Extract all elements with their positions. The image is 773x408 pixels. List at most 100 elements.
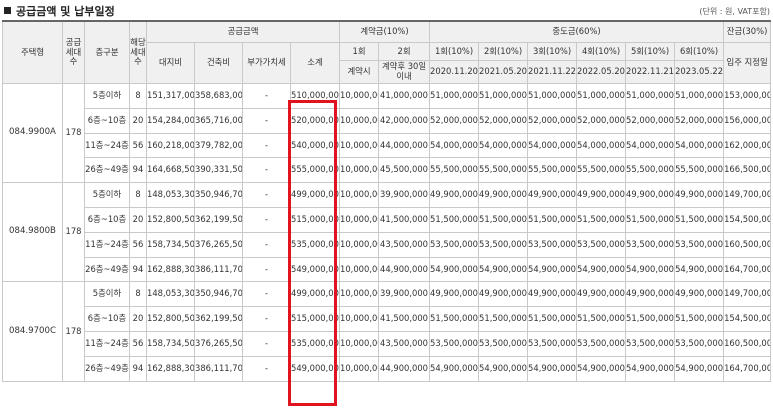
contract-1-cell: 10,000,000 (339, 306, 380, 332)
col-house-type: 주택형 (2, 20, 63, 84)
middle-payment-cell: 51,500,000 (674, 206, 725, 233)
col-land: 대지비 (146, 42, 195, 84)
middle-payment-cell: 49,900,000 (625, 281, 676, 308)
bullet-square-icon (4, 7, 11, 14)
balance-cell: 162,000,000 (723, 132, 772, 159)
section-title: 공급금액 및 납부일정 (4, 3, 115, 19)
contract-1-cell: 10,000,000 (339, 157, 380, 184)
middle-payment-cell: 54,900,000 (625, 256, 676, 283)
supply-units-cell: 178 (62, 281, 85, 382)
col-middle-round: 3회(10%) (527, 42, 578, 61)
contract-2-cell: 44,900,000 (378, 355, 431, 382)
building-cost-cell: 386,111,700 (194, 256, 243, 283)
col-applicable-units: 해당세대수 (129, 20, 147, 84)
unit-count-cell: 94 (129, 355, 147, 382)
contract-1-cell: 10,000,000 (339, 231, 380, 258)
middle-payment-cell: 51,500,000 (576, 206, 627, 233)
vat-cell: - (242, 281, 291, 308)
floor-group-cell: 11층~24층 (84, 330, 130, 357)
middle-payment-cell: 53,500,000 (674, 231, 725, 258)
col-installment-2: 2회 (378, 42, 431, 61)
subtotal-cell: 555,000,000 (289, 157, 341, 184)
middle-payment-cell: 52,000,000 (625, 107, 676, 134)
middle-payment-cell: 54,000,000 (625, 132, 676, 159)
table-row: 084.9700C1785층이하8148,053,300350,946,700-… (2, 281, 772, 382)
house-type-cell: 084.9900A (2, 82, 63, 184)
land-cost-cell: 158,734,500 (146, 330, 195, 357)
middle-payment-cell: 51,000,000 (478, 83, 529, 109)
col-supply-units: 공급세대수 (62, 20, 85, 84)
col-middle-round: 1회(10%) (429, 42, 480, 61)
building-cost-cell: 390,331,500 (194, 157, 243, 184)
supply-units-cell: 178 (62, 82, 85, 184)
floor-group-cell: 26층~49층 (84, 355, 130, 382)
col-balance: 잔금(30%) (723, 20, 772, 43)
middle-payment-cell: 54,900,000 (527, 355, 578, 382)
subtotal-cell: 535,000,000 (289, 231, 341, 258)
col-middle-date: 2020.11.20 (429, 60, 480, 84)
middle-payment-cell: 51,000,000 (625, 83, 676, 109)
middle-payment-cell: 54,900,000 (527, 256, 578, 283)
col-middle-date: 2023.05.22 (674, 60, 725, 84)
col-middle-round: 2회(10%) (478, 42, 529, 61)
land-cost-cell: 148,053,300 (146, 182, 195, 208)
middle-payment-cell: 51,500,000 (576, 306, 627, 332)
middle-payment-cell: 55,500,000 (478, 157, 529, 184)
contract-2-cell: 39,900,000 (378, 182, 431, 208)
balance-cell: 154,500,000 (723, 206, 772, 233)
middle-payment-cell: 52,000,000 (674, 107, 725, 134)
contract-2-cell: 44,000,000 (378, 132, 431, 159)
middle-payment-cell: 53,500,000 (527, 231, 578, 258)
contract-1-cell: 10,000,000 (339, 182, 380, 208)
unit-count-cell: 56 (129, 132, 147, 159)
land-cost-cell: 164,668,500 (146, 157, 195, 184)
col-within-30-days: 계약후 30일이내 (378, 60, 431, 84)
contract-2-cell: 41,000,000 (378, 83, 431, 109)
contract-2-cell: 39,900,000 (378, 281, 431, 308)
middle-payment-cell: 54,000,000 (429, 132, 480, 159)
middle-payment-cell: 49,900,000 (478, 182, 529, 208)
subtotal-cell: 535,000,000 (289, 330, 341, 357)
unit-count-cell: 56 (129, 231, 147, 258)
land-cost-cell: 152,800,500 (146, 206, 195, 233)
middle-payment-cell: 51,000,000 (674, 83, 725, 109)
col-subtotal: 소계 (289, 42, 341, 84)
unit-count-cell: 8 (129, 83, 147, 109)
vat-cell: - (242, 182, 291, 208)
col-middle-date: 2021.05.20 (478, 60, 529, 84)
vat-cell: - (242, 256, 291, 283)
middle-payment-cell: 49,900,000 (674, 182, 725, 208)
subtotal-cell: 549,000,000 (289, 256, 341, 283)
balance-cell: 149,700,000 (723, 182, 772, 208)
supply-price-table: 주택형 공급세대수 층구분 해당세대수 공급금액 계약금(10%) 중도금(60… (2, 20, 772, 382)
building-cost-cell: 350,946,700 (194, 281, 243, 308)
subtotal-cell: 549,000,000 (289, 355, 341, 382)
col-supply-amount: 공급금액 (145, 20, 341, 43)
unit-count-cell: 20 (129, 206, 147, 233)
col-building: 건축비 (194, 42, 243, 84)
col-middle-round: 5회(10%) (625, 42, 676, 61)
balance-cell: 153,000,000 (723, 83, 772, 109)
middle-payment-cell: 54,900,000 (429, 256, 480, 283)
col-middle-payment: 중도금(60%) (429, 20, 725, 43)
middle-payment-cell: 51,000,000 (576, 83, 627, 109)
col-move-in: 입주 지정일 (723, 42, 772, 84)
floor-group-cell: 6층~10층 (84, 107, 130, 134)
building-cost-cell: 386,111,700 (194, 355, 243, 382)
contract-2-cell: 44,900,000 (378, 256, 431, 283)
floor-group-cell: 11층~24층 (84, 132, 130, 159)
middle-payment-cell: 54,900,000 (674, 355, 725, 382)
balance-cell: 164,700,000 (723, 355, 772, 382)
middle-payment-cell: 54,000,000 (576, 132, 627, 159)
contract-1-cell: 10,000,000 (339, 330, 380, 357)
unit-count-cell: 8 (129, 182, 147, 208)
middle-payment-cell: 52,000,000 (429, 107, 480, 134)
middle-payment-cell: 55,500,000 (527, 157, 578, 184)
contract-2-cell: 43,500,000 (378, 330, 431, 357)
middle-payment-cell: 49,900,000 (576, 182, 627, 208)
building-cost-cell: 362,199,500 (194, 306, 243, 332)
middle-payment-cell: 52,000,000 (478, 107, 529, 134)
col-vat: 부가가치세 (242, 42, 291, 84)
balance-cell: 164,700,000 (723, 256, 772, 283)
unit-count-cell: 94 (129, 256, 147, 283)
